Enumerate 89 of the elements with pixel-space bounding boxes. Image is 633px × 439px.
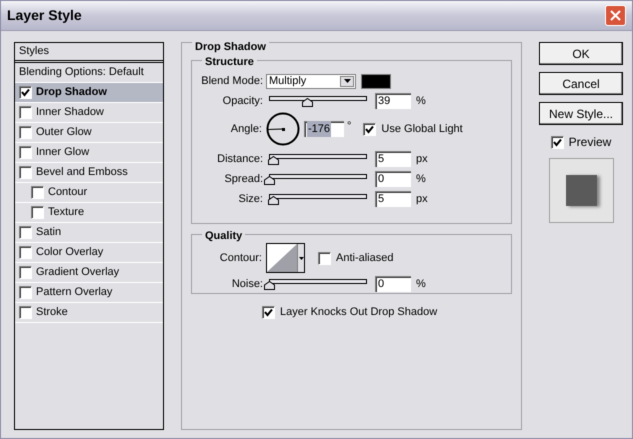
slider-label: Distance: (216, 152, 264, 167)
angle-dial[interactable] (266, 112, 300, 146)
checkbox-label: Preview (568, 134, 612, 151)
group-title: Quality (202, 228, 246, 244)
style-label: Gradient Overlay (36, 265, 120, 280)
slider-label: Opacity: (222, 94, 264, 109)
checkbox[interactable] (19, 246, 32, 259)
checkbox[interactable] (19, 226, 32, 239)
section-title: Drop Shadow (192, 42, 269, 53)
checkbox[interactable] (19, 146, 32, 159)
slider-label: Spread: (223, 172, 264, 187)
unit-label: px (416, 192, 428, 207)
checkbox[interactable] (262, 306, 275, 319)
style-list-item[interactable]: Satin (15, 223, 163, 243)
color-swatch[interactable] (361, 74, 391, 88)
slider-label: Noise: (230, 276, 264, 292)
checkbox-label: Layer Knocks Out Drop Shadow (280, 305, 438, 320)
style-list-item[interactable]: Outer Glow (15, 123, 163, 143)
value-field[interactable]: 5 (375, 190, 411, 207)
dialog-button[interactable]: Cancel (539, 72, 623, 95)
checkbox[interactable] (19, 126, 32, 139)
unit-label: % (416, 172, 426, 187)
blend-mode-dropdown[interactable]: Multiply (266, 74, 356, 88)
caret-icon (298, 256, 304, 260)
style-label: Blending Options: Default (19, 65, 144, 80)
checkbox[interactable] (19, 86, 32, 99)
style-label: Bevel and Emboss (36, 165, 128, 180)
style-list-item[interactable]: Inner Glow (15, 143, 163, 163)
style-label: Satin (36, 225, 62, 240)
contour-picker[interactable] (266, 243, 305, 273)
slider[interactable] (266, 192, 370, 206)
checkbox[interactable] (19, 166, 32, 179)
style-list-item[interactable]: Color Overlay (15, 243, 163, 263)
checkbox-label: Use Global Light (381, 122, 463, 137)
style-list-item[interactable]: Stroke (15, 303, 163, 323)
style-label: Inner Shadow (36, 105, 104, 120)
slider-thumb[interactable] (264, 281, 275, 290)
value-field[interactable]: 0 (375, 170, 411, 187)
style-list-item[interactable]: Drop Shadow (15, 83, 163, 103)
style-list-item[interactable]: Gradient Overlay (15, 263, 163, 283)
checkbox[interactable] (19, 106, 32, 119)
style-label: Inner Glow (36, 145, 90, 160)
styles-header: Styles (19, 44, 49, 60)
style-list-item[interactable]: Texture (15, 203, 163, 223)
slider-thumb[interactable] (264, 176, 275, 185)
slider-label: Size: (238, 192, 264, 207)
checkbox[interactable] (550, 136, 564, 148)
slider[interactable] (266, 152, 370, 166)
slider[interactable] (266, 94, 370, 108)
value-field[interactable]: 39 (375, 92, 411, 109)
style-list-item[interactable]: Contour (15, 183, 163, 203)
checkbox[interactable] (19, 286, 32, 299)
checkbox-label: Anti-aliased (336, 250, 394, 266)
slider[interactable] (266, 277, 370, 291)
window-title: Layer Style (7, 6, 82, 25)
value-field[interactable]: 5 (375, 150, 411, 167)
style-label: Stroke (36, 305, 68, 320)
style-label: Contour (48, 185, 88, 200)
value-field[interactable]: 0 (375, 276, 411, 292)
contour-icon (267, 244, 297, 272)
style-label: Pattern Overlay (36, 285, 112, 300)
unit-label: % (416, 94, 426, 109)
style-label: Texture (48, 205, 84, 220)
checkbox[interactable] (31, 206, 44, 219)
style-label: Outer Glow (36, 125, 92, 140)
angle-label: Angle: (230, 122, 263, 137)
contour-label: Contour: (218, 250, 263, 266)
degree-label: ° (347, 119, 352, 134)
slider[interactable] (266, 172, 370, 186)
preview-square (566, 175, 596, 206)
style-label: Drop Shadow (36, 85, 107, 100)
close-button[interactable] (605, 5, 626, 26)
style-label: Color Overlay (36, 245, 104, 260)
caret-icon (344, 79, 350, 83)
checkbox[interactable] (19, 266, 32, 279)
style-list-item[interactable]: Inner Shadow (15, 103, 163, 123)
style-list-item[interactable]: Bevel and Emboss (15, 163, 163, 183)
close-icon (610, 10, 621, 21)
blend-mode-label: Blend Mode: (200, 74, 264, 89)
unit-label: px (416, 152, 428, 167)
dialog-button[interactable]: OK (539, 42, 623, 65)
checkbox[interactable] (19, 306, 32, 319)
style-list-item[interactable]: Pattern Overlay (15, 283, 163, 303)
unit-label: % (416, 276, 426, 292)
checkbox[interactable] (363, 122, 376, 136)
checkbox[interactable] (318, 252, 331, 264)
dialog-button[interactable]: New Style... (539, 102, 623, 125)
checkbox[interactable] (31, 186, 44, 199)
angle-field[interactable]: -176 (304, 120, 344, 137)
